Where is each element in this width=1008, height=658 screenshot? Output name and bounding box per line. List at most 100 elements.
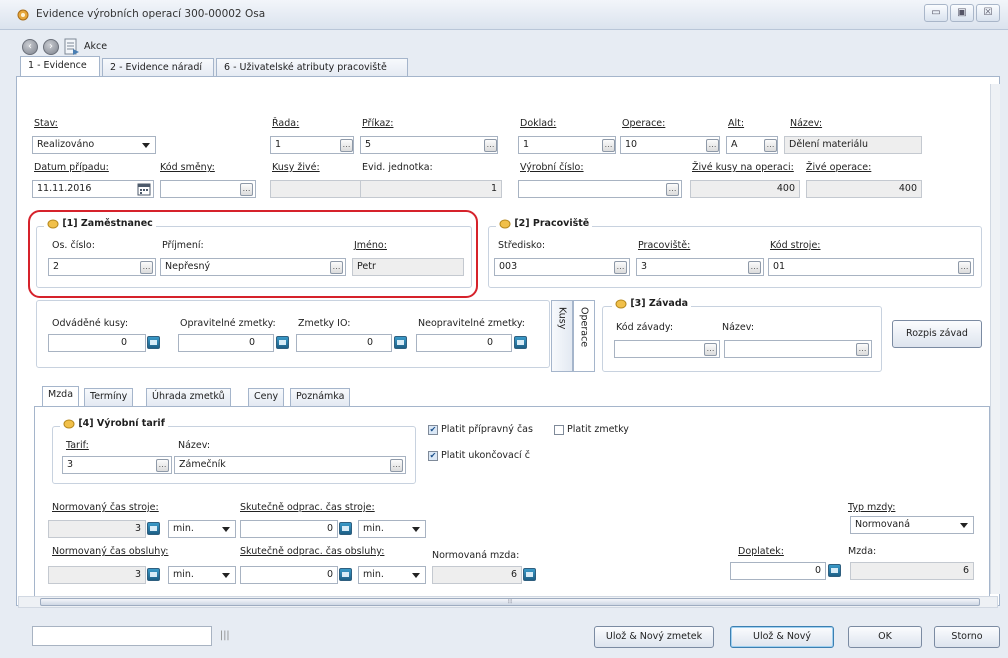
neopravitelne-calc-icon[interactable]: [514, 336, 527, 349]
doplatek-calc-icon[interactable]: [828, 564, 841, 577]
neopravitelne-field[interactable]: 0: [416, 334, 512, 352]
datum-label: Datum případu:: [34, 162, 109, 173]
tab-evidence-naradi[interactable]: 2 - Evidence náradí: [102, 58, 214, 78]
tab-uzivatelske-atributy[interactable]: 6 - Uživatelské atributy pracoviště: [216, 58, 408, 78]
zmetky-io-field[interactable]: 0: [296, 334, 392, 352]
storno-button[interactable]: Storno: [934, 626, 1000, 648]
subtab-terminy[interactable]: Termíny: [84, 388, 134, 406]
nazev-operace-field: Dělení materiálu: [784, 136, 922, 154]
zmetky-io-calc-icon[interactable]: [394, 336, 407, 349]
subtab-mzda[interactable]: Mzda: [42, 386, 80, 406]
norm-stroje-calc-icon[interactable]: [147, 522, 160, 535]
actions-menu[interactable]: Akce: [84, 41, 107, 52]
mzda-label: Mzda:: [848, 546, 877, 557]
rozpis-zavad-button[interactable]: Rozpis závad: [892, 320, 982, 348]
app-gear-icon: [17, 9, 29, 21]
red-highlight-frame: [28, 210, 478, 298]
nazev-zavady-label: Název:: [722, 322, 755, 333]
norm-stroje-unit-select[interactable]: min.: [168, 520, 236, 538]
subtab-uhrada-zmetku[interactable]: Úhrada zmetků: [146, 388, 231, 406]
nazev-zavady-field[interactable]: [724, 340, 872, 358]
platit-ukoncovaci-checkbox[interactable]: Platit ukončovací č: [428, 450, 530, 461]
norm-mzda-calc-icon[interactable]: [523, 568, 536, 581]
pracoviste-lookup-icon[interactable]: …: [748, 261, 761, 274]
prikaz-field[interactable]: 5: [360, 136, 498, 154]
opravitelne-field[interactable]: 0: [178, 334, 274, 352]
zmetky-io-label: Zmetky IO:: [298, 318, 351, 329]
pracoviste-label: Pracoviště:: [638, 240, 691, 251]
skut-stroje-unit-select[interactable]: min.: [358, 520, 426, 538]
skut-obsluhy-calc-icon[interactable]: [339, 568, 352, 581]
platit-pripravny-checkbox[interactable]: Platit přípravný čas: [428, 424, 533, 435]
kod-zavady-lookup-icon[interactable]: …: [704, 343, 717, 356]
vyrobni-cislo-lookup-icon[interactable]: …: [666, 183, 679, 196]
ulozit-novy-zmetek-button[interactable]: Ulož & Nový zmetek: [594, 626, 714, 648]
status-field[interactable]: [32, 626, 212, 646]
operace-field[interactable]: 10: [620, 136, 720, 154]
operace-lookup-icon[interactable]: …: [706, 139, 719, 152]
vyrobni-cislo-label: Výrobní číslo:: [520, 162, 584, 173]
ulozit-novy-button[interactable]: Ulož & Nový: [730, 626, 834, 648]
doplatek-label: Doplatek:: [738, 546, 784, 557]
stredisko-lookup-icon[interactable]: …: [614, 261, 627, 274]
close-button[interactable]: ☒: [976, 4, 1000, 22]
actions-document-icon[interactable]: [64, 38, 80, 56]
vtab-operace[interactable]: Operace: [573, 300, 595, 372]
tarif-nazev-lookup-icon[interactable]: …: [390, 459, 403, 472]
vtab-kusy[interactable]: Kusy: [551, 300, 573, 372]
kod-smeny-label: Kód směny:: [160, 162, 215, 173]
window-title: Evidence výrobních operací 300-00002 Osa: [36, 8, 266, 20]
subtab-ceny[interactable]: Ceny: [248, 388, 285, 406]
prikaz-lookup-icon[interactable]: …: [484, 139, 497, 152]
norm-mzda-field: 6: [432, 566, 522, 584]
skut-stroje-calc-icon[interactable]: [339, 522, 352, 535]
alt-label: Alt:: [728, 118, 745, 129]
horizontal-scroll-thumb[interactable]: ⦙⦙⦙: [40, 598, 980, 606]
minimize-button[interactable]: ▭: [924, 4, 948, 22]
doklad-label: Doklad:: [520, 118, 557, 129]
ok-button[interactable]: OK: [848, 626, 922, 648]
rada-lookup-icon[interactable]: …: [340, 139, 353, 152]
norm-obsluhy-calc-icon[interactable]: [147, 568, 160, 581]
neopravitelne-label: Neopravitelné zmetky:: [418, 318, 525, 329]
stredisko-field[interactable]: 003: [494, 258, 630, 276]
forward-icon[interactable]: ›: [43, 39, 59, 55]
alt-lookup-icon[interactable]: …: [764, 139, 777, 152]
stav-select[interactable]: Realizováno: [32, 136, 156, 154]
subtab-poznamka[interactable]: Poznámka: [290, 388, 351, 406]
opravitelne-calc-icon[interactable]: [276, 336, 289, 349]
vyrobni-cislo-field[interactable]: [518, 180, 682, 198]
tab-evidence[interactable]: 1 - Evidence: [20, 56, 100, 78]
kusy-zive-label: Kusy živé:: [272, 162, 320, 173]
typ-mzdy-select[interactable]: Normovaná: [850, 516, 974, 534]
maximize-button[interactable]: ▣: [950, 4, 974, 22]
skut-obsluhy-field[interactable]: 0: [240, 566, 338, 584]
back-icon[interactable]: ‹: [22, 39, 38, 55]
tarif-nazev-label: Název:: [178, 440, 211, 451]
datum-field[interactable]: 11.11.2016: [32, 180, 154, 198]
kod-stroje-field[interactable]: 01: [768, 258, 974, 276]
pracoviste-field[interactable]: 3: [636, 258, 764, 276]
odvadene-field[interactable]: 0: [48, 334, 146, 352]
skut-obsluhy-unit-select[interactable]: min.: [358, 566, 426, 584]
skut-obsluhy-label: Skutečně odprac. čas obsluhy:: [240, 546, 385, 557]
kod-smeny-lookup-icon[interactable]: …: [240, 183, 253, 196]
doplatek-field[interactable]: 0: [730, 562, 826, 580]
skut-stroje-field[interactable]: 0: [240, 520, 338, 538]
doklad-lookup-icon[interactable]: …: [602, 139, 615, 152]
rada-label: Řada:: [272, 118, 300, 129]
tarif-lookup-icon[interactable]: …: [156, 459, 169, 472]
tarif-nazev-field[interactable]: Zámečník: [174, 456, 406, 474]
nazev-zavady-lookup-icon[interactable]: …: [856, 343, 869, 356]
evid-jednotka-field: 1: [360, 180, 502, 198]
norm-obsluhy-unit-select[interactable]: min.: [168, 566, 236, 584]
prikaz-label: Příkaz:: [362, 118, 394, 129]
window-controls: ▭ ▣ ☒: [924, 4, 1000, 22]
calendar-icon[interactable]: [137, 182, 151, 196]
vertical-scrollbar[interactable]: [990, 84, 1000, 594]
kod-stroje-lookup-icon[interactable]: …: [958, 261, 971, 274]
odvadene-calc-icon[interactable]: [147, 336, 160, 349]
skut-stroje-label: Skutečně odprac. čas stroje:: [240, 502, 375, 513]
platit-zmetky-checkbox[interactable]: Platit zmetky: [554, 424, 629, 435]
resize-grip-icon: |||: [220, 630, 230, 641]
